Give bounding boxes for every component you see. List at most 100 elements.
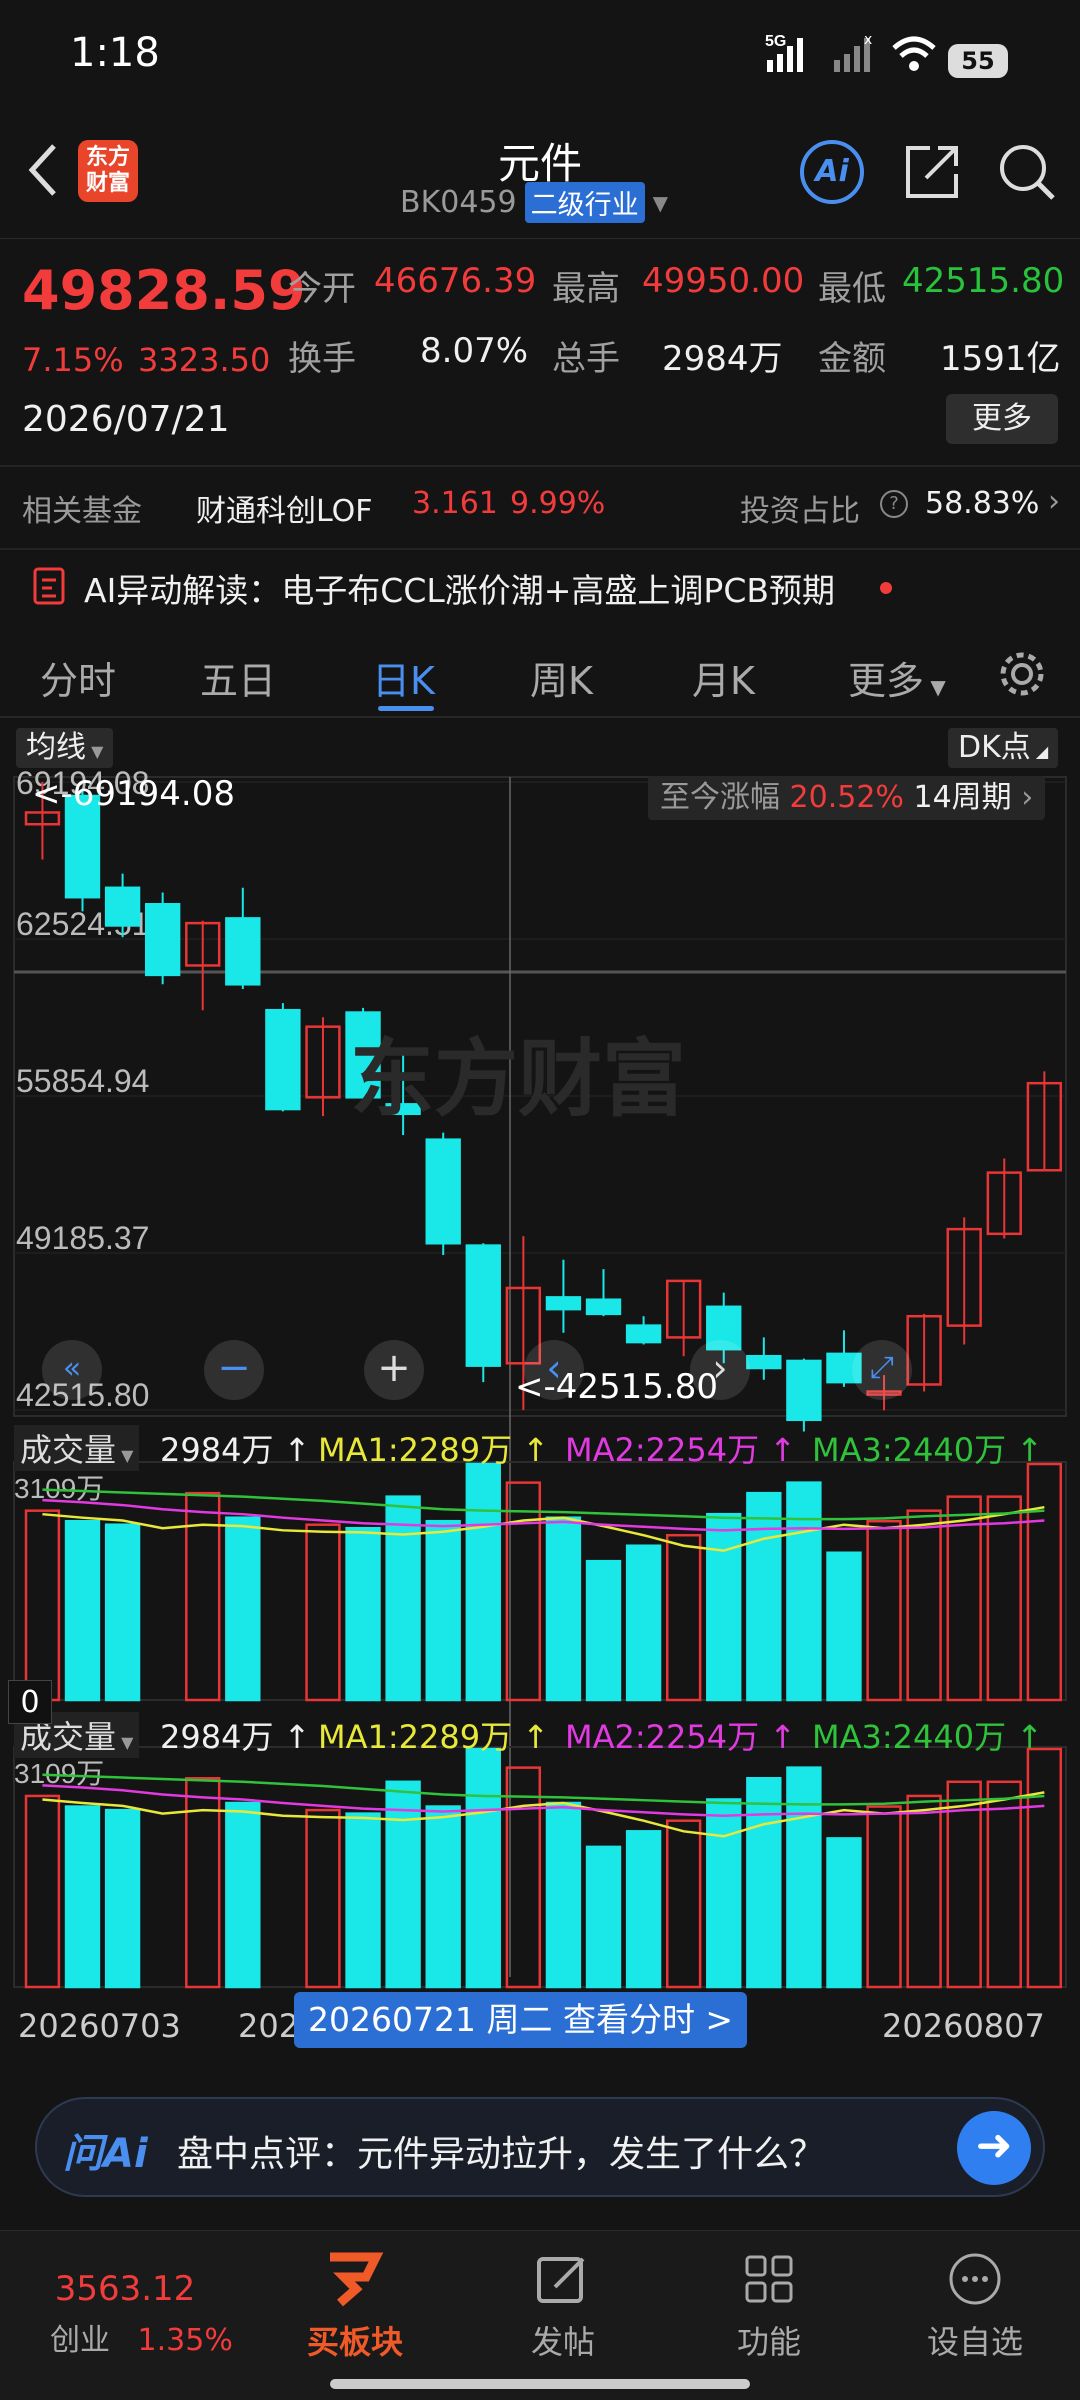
watermark: 东方财富 [350, 1030, 687, 1128]
candle-body [104, 886, 141, 927]
kline-chart-area[interactable]: 69194.08 62524.51 55854.94 49185.37 42515.80… [0, 722, 1080, 2062]
candle-body [465, 1244, 501, 1367]
battery-icon: 55 [948, 34, 1008, 78]
corner-arrow-icon: ◢ [1030, 742, 1049, 761]
volume-pane-2-ma-line [42, 1773, 1045, 1806]
more-dots-icon [949, 2253, 1001, 2305]
tab-5day[interactable]: 五日 [200, 650, 276, 705]
sector-subtitle[interactable]: BK0459 二级行业 ▼ [400, 182, 668, 223]
volume-pane-top-label: 3109万 [14, 1473, 104, 1504]
tab-monthly-k[interactable]: 月K [692, 650, 755, 705]
date-end: 20260807 [882, 2007, 1045, 2045]
ratio-label: 投资占比 [740, 494, 860, 529]
zoom-in-button[interactable]: + [364, 1340, 424, 1400]
more-button[interactable]: 更多 [946, 394, 1058, 444]
search-icon [1000, 145, 1055, 200]
change-amount: 3323.50 [138, 341, 271, 379]
volume-pane-2-bar [505, 1766, 542, 1989]
tab-more[interactable]: 更多 ▼ [848, 650, 946, 705]
volume-pane-2-bar [104, 1808, 141, 1989]
date-start: 20260703 [18, 2007, 181, 2045]
related-fund-row[interactable]: 相关基金 财通科创LOF 3.161 9.99% 投资占比 ? 58.83% › [0, 470, 1080, 550]
volume-pane-2-bar [225, 1801, 261, 1989]
ai-news-icon [32, 566, 68, 610]
ma-toggle-button[interactable]: 均线 ▼ [16, 728, 114, 768]
candle-body [144, 903, 181, 977]
ratio-value: 58.83% [925, 486, 1040, 521]
tab-functions[interactable]: 功能 [694, 2251, 844, 2363]
settings-button[interactable] [996, 648, 1048, 704]
tab-intraday[interactable]: 分时 [40, 650, 116, 705]
ask-ai-logo: 问Ai [63, 2131, 148, 2177]
volume-pane-bar [345, 1526, 381, 1702]
unread-dot [880, 582, 892, 594]
turnover-label: 换手 [288, 339, 356, 379]
volume-pane-bar [1026, 1462, 1063, 1702]
send-button[interactable]: ➜ [957, 2111, 1031, 2185]
quote-panel: 49828.59 7.15% 3323.50 2026/07/21 今开 466… [0, 238, 1080, 463]
selected-date-tooltip[interactable]: 20260721 周二 查看分时 > [294, 1992, 748, 2048]
volume-pane-2-bar [866, 1805, 902, 1989]
active-tab-indicator [378, 706, 434, 711]
help-icon[interactable]: ? [880, 490, 908, 518]
index-pct: 1.35% [137, 2323, 233, 2358]
high-label: 最高 [552, 269, 620, 309]
volume-pane-bar [625, 1544, 662, 1702]
tab-watchlist[interactable]: 设自选 [900, 2251, 1050, 2363]
tab-post[interactable]: 发帖 [488, 2251, 638, 2363]
ask-ai-prompt: 盘中点评：元件异动拉升，发生了什么？ [177, 2134, 826, 2175]
open-label: 今开 [288, 269, 356, 309]
volume-pane-2-bar [826, 1837, 862, 1989]
volume-pane-bar [906, 1509, 942, 1702]
volume-pane-bar [786, 1481, 822, 1702]
ai-button[interactable]: Ai [800, 140, 864, 204]
volume-pane-2-bar [786, 1766, 822, 1989]
volume-pane-2-bar [24, 1794, 61, 1989]
search-button[interactable] [995, 140, 1059, 208]
volume-pane-2-bar [665, 1819, 702, 1989]
tab-more-label: 更多 [848, 659, 925, 703]
ma2-readout: MA2:2254万 ↑ [565, 1718, 797, 1756]
scroll-right-button[interactable]: › [690, 1340, 750, 1400]
scroll-left-fast-button[interactable]: « [42, 1340, 102, 1400]
fund-pct: 9.99% [510, 486, 606, 521]
ask-ai-input[interactable]: 问Ai 盘中点评：元件异动拉升，发生了什么？ ➜ [35, 2097, 1045, 2197]
tab-weekly-k[interactable]: 周K [530, 650, 593, 705]
volume-readout: 2984万 ↑ [160, 1718, 311, 1756]
zoom-out-button[interactable]: − [204, 1340, 264, 1400]
ai-news-row[interactable]: AI异动解读：电子布CCL涨价潮+高盛上调PCB预期 [0, 552, 1080, 622]
status-bar: 1:18 5G x 55 [0, 0, 1080, 110]
plus-icon: + [377, 1345, 411, 1391]
volume-pane-2-top-label: 3109万 [14, 1758, 104, 1789]
volume-pane-2-bar [946, 1780, 982, 1989]
quote-date: 2026/07/21 [22, 399, 230, 440]
buy-sector-icon [330, 2252, 384, 2307]
candle-body [265, 1008, 301, 1111]
volume-selector[interactable]: 成交量 ▼ [14, 1425, 140, 1471]
price-tick-label: 55854.94 [16, 1063, 149, 1099]
low-label: 最低 [818, 269, 886, 309]
tab-daily-k[interactable]: 日K [372, 650, 435, 705]
volume-selector-label: 成交量 [20, 1431, 117, 1469]
tab-buy-sector[interactable]: 买板块 [280, 2251, 430, 2363]
chevron-right-icon: › [1048, 484, 1060, 519]
divider [0, 465, 1080, 467]
dk-point-button[interactable]: DK点 ◢ [948, 728, 1059, 768]
volume-pane-2-bar [585, 1845, 622, 1989]
grid-icon [745, 2255, 793, 2303]
ma2-readout: MA2:2254万 ↑ [565, 1431, 797, 1469]
index-ticker[interactable]: 3563.12 创业 1.35% [50, 2251, 233, 2359]
volume-pane-2-bar [986, 1780, 1022, 1989]
page-header: 东方 财富 元件 BK0459 二级行业 ▼ Ai [0, 110, 1080, 235]
gain-value: 20.52% [789, 780, 904, 815]
scroll-left-button[interactable]: ‹ [524, 1340, 584, 1400]
dropdown-caret-icon: ▼ [652, 190, 668, 215]
fullscreen-button[interactable]: ⤢ [852, 1340, 912, 1400]
share-button[interactable] [902, 140, 962, 208]
volume-pane-2-bar [345, 1812, 381, 1989]
volume-pane-2-bar [906, 1794, 942, 1989]
volume-value: 2984万 [662, 339, 783, 379]
candle-body [746, 1354, 782, 1370]
period-gain-box[interactable]: 至今涨幅 20.52% 14周期 › [648, 776, 1046, 820]
volume-pane-bar [104, 1523, 141, 1702]
